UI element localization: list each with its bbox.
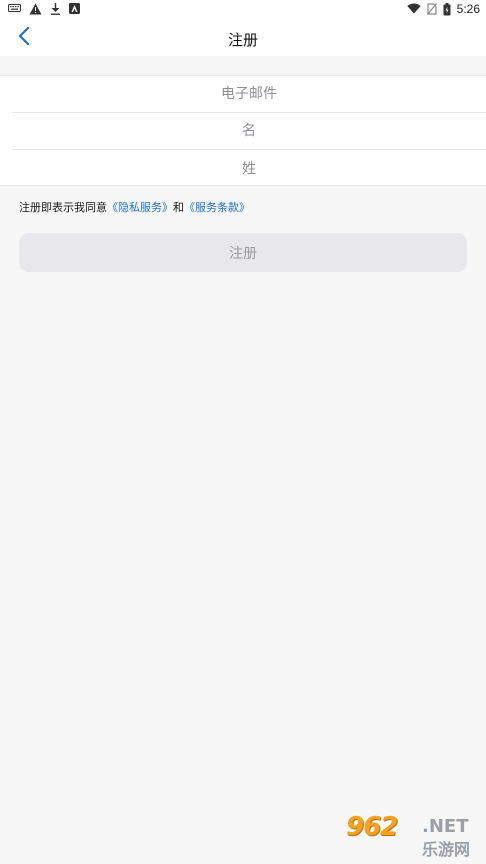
first-name-field-row: [12, 113, 486, 150]
last-name-field-row: [12, 150, 486, 187]
app-notification-icon: [69, 3, 80, 16]
status-bar-right: 5:26: [406, 2, 480, 16]
status-time: 5:26: [456, 2, 480, 16]
no-sim-icon: [426, 2, 437, 16]
battery-icon: [443, 2, 451, 16]
register-button[interactable]: 注册: [19, 233, 467, 272]
agreement-conjunction: 和: [173, 201, 184, 214]
registration-form: [0, 75, 486, 187]
status-bar: 5:26: [0, 0, 486, 20]
email-field[interactable]: [12, 76, 486, 112]
watermark-number: 962: [346, 812, 398, 842]
watermark-site: 乐游网: [422, 840, 471, 859]
download-icon: [50, 3, 61, 16]
keyboard-icon: [8, 3, 21, 16]
agreement-prefix: 注册即表示我同意: [19, 201, 107, 214]
last-name-field[interactable]: [12, 150, 486, 187]
email-field-row: [12, 76, 486, 113]
terms-link[interactable]: 《服务条款》: [184, 201, 250, 214]
warning-icon: [29, 3, 42, 16]
first-name-field[interactable]: [12, 113, 486, 149]
status-bar-left: [8, 3, 80, 16]
wifi-icon: [406, 3, 421, 16]
privacy-link[interactable]: 《隐私服务》: [107, 201, 173, 214]
site-watermark: 962 .NET 乐游网: [346, 812, 480, 859]
agreement-text: 注册即表示我同意《隐私服务》和《服务条款》: [19, 199, 250, 215]
page-title: 注册: [227, 31, 258, 49]
nav-bar: 注册: [0, 20, 486, 56]
watermark-suffix: .NET: [422, 816, 469, 837]
